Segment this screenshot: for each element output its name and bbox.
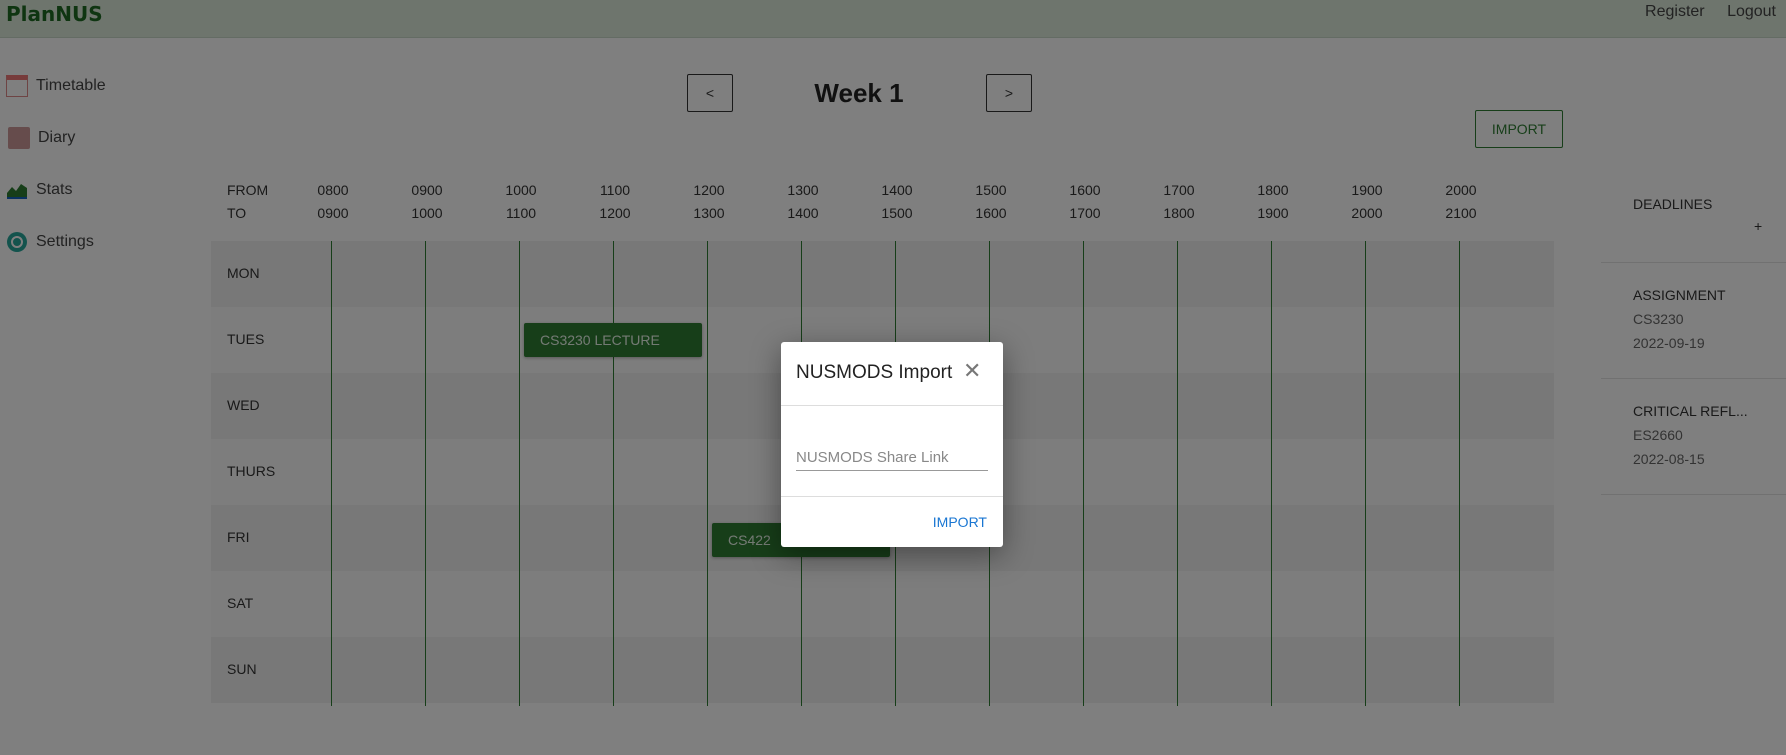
dialog-title: NUSMODS Import [796, 362, 953, 383]
dialog-body [781, 406, 1003, 497]
import-dialog: NUSMODS Import ✕ IMPORT [781, 342, 1003, 547]
share-link-input[interactable] [796, 444, 988, 471]
dialog-import-button[interactable]: IMPORT [933, 514, 987, 530]
dialog-header: NUSMODS Import ✕ [781, 342, 1003, 406]
close-icon[interactable]: ✕ [963, 358, 981, 384]
